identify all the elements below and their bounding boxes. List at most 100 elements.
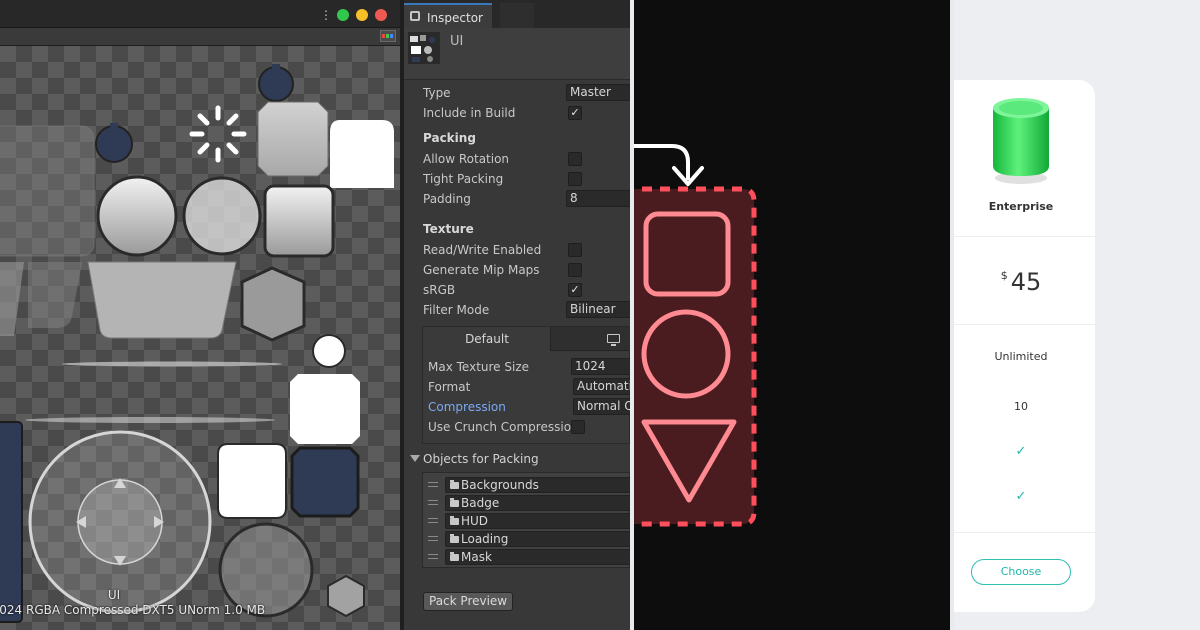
- object-field[interactable]: Mask: [445, 549, 630, 565]
- objects-for-packing-label: Objects for Packing: [423, 452, 539, 466]
- button-sprite: [217, 443, 287, 519]
- type-dropdown[interactable]: Master: [566, 84, 630, 101]
- menu-dots-icon[interactable]: ⋮: [320, 8, 332, 22]
- folder-icon: [450, 498, 459, 507]
- choose-button[interactable]: Choose: [971, 559, 1071, 585]
- folder-icon: [450, 552, 459, 561]
- folder-icon: [450, 480, 459, 489]
- crunch-compression-checkbox[interactable]: [571, 420, 585, 434]
- folder-icon: [450, 516, 459, 525]
- maximize-icon[interactable]: [337, 9, 349, 21]
- read-write-row: Read/Write Enabled: [423, 241, 630, 259]
- color-channel-icon[interactable]: [380, 30, 396, 42]
- object-field[interactable]: Backgrounds: [445, 477, 630, 493]
- button-sprite: [257, 101, 329, 177]
- pack-preview-button[interactable]: Pack Preview: [423, 592, 514, 611]
- preview-toolbar: [0, 28, 404, 46]
- texture-section-title: Texture: [423, 222, 474, 236]
- dashed-container: [634, 186, 757, 527]
- feature-value: Unlimited: [994, 350, 1048, 363]
- mip-maps-row: Generate Mip Maps: [423, 261, 630, 279]
- drag-handle-icon[interactable]: [428, 482, 438, 487]
- tab-inspector[interactable]: Inspector: [404, 3, 492, 28]
- divider-sprite: [25, 417, 275, 423]
- max-texture-size-label: Max Texture Size: [428, 360, 529, 374]
- feature-value: 10: [1014, 400, 1028, 413]
- close-icon[interactable]: [375, 9, 387, 21]
- inspector-panel: Inspector UI Type Master Include in Buil…: [404, 0, 630, 630]
- sprite-atlas-icon: [408, 32, 440, 64]
- srgb-row: sRGB ✓: [423, 281, 630, 299]
- format-dropdown[interactable]: Automatic: [573, 378, 630, 395]
- object-name: Mask: [461, 550, 492, 564]
- inspector-tab-bar: Inspector: [404, 0, 630, 28]
- cylinder-icon: [993, 98, 1049, 184]
- list-item[interactable]: Badge: [423, 494, 630, 512]
- panel-sprite: [0, 125, 95, 257]
- shapes-diagram: [634, 0, 950, 630]
- folder-icon: [450, 534, 459, 543]
- drag-handle-icon[interactable]: [428, 518, 438, 523]
- mip-maps-checkbox[interactable]: [568, 263, 582, 277]
- hexagon-sprite: [240, 266, 306, 342]
- divider-sprite: [62, 361, 282, 367]
- object-name: Loading: [461, 532, 509, 546]
- list-item[interactable]: Backgrounds: [423, 476, 630, 494]
- filter-mode-label: Filter Mode: [423, 303, 490, 317]
- tab-secondary[interactable]: [500, 3, 534, 28]
- sprite-atlas-preview: ⋮ UI 024 RGBA Compressed DXT5 UNorm 1.0 …: [0, 0, 404, 630]
- plan-name: Enterprise: [988, 200, 1054, 213]
- allow-rotation-row: Allow Rotation: [423, 150, 630, 168]
- object-field[interactable]: Loading: [445, 531, 630, 547]
- allow-rotation-checkbox[interactable]: [568, 152, 582, 166]
- padding-row: Padding 8: [423, 190, 630, 208]
- list-item[interactable]: Loading: [423, 530, 630, 548]
- padding-dropdown[interactable]: 8: [566, 190, 630, 207]
- type-row: Type Master: [423, 84, 630, 102]
- tight-packing-checkbox[interactable]: [568, 172, 582, 186]
- drag-handle-icon[interactable]: [428, 500, 438, 505]
- srgb-label: sRGB: [423, 283, 456, 297]
- pricing-panel: Enterprise $45 Unlimited 10 ✓ ✓ Choose: [954, 0, 1200, 630]
- object-field[interactable]: Badge: [445, 495, 630, 511]
- button-sprite: [330, 120, 394, 188]
- include-in-build-checkbox[interactable]: ✓: [568, 106, 582, 120]
- list-item[interactable]: HUD: [423, 512, 630, 530]
- divider: [954, 324, 1095, 325]
- format-label: Format: [428, 380, 471, 394]
- foldout-arrow-icon: [410, 455, 420, 462]
- object-field[interactable]: HUD: [445, 513, 630, 529]
- asset-header: UI: [404, 28, 630, 80]
- button-sprite: [290, 446, 360, 518]
- packing-section-title: Packing: [423, 131, 476, 145]
- include-in-build-label: Include in Build: [423, 106, 516, 120]
- square-button-sprite: [263, 184, 335, 258]
- max-texture-size-dropdown[interactable]: 1024: [571, 358, 630, 375]
- allow-rotation-label: Allow Rotation: [423, 152, 510, 166]
- panel-sprite: [87, 261, 237, 339]
- filter-mode-dropdown[interactable]: Bilinear: [566, 301, 630, 318]
- read-write-checkbox[interactable]: [568, 243, 582, 257]
- divider: [954, 236, 1095, 237]
- tight-packing-label: Tight Packing: [423, 172, 504, 186]
- texture-info-label: 1024x1024 RGBA Compressed DXT5 UNorm 1.0…: [0, 603, 266, 617]
- drag-handle-icon[interactable]: [428, 536, 438, 541]
- compression-dropdown[interactable]: Normal Quality: [573, 398, 630, 415]
- loading-spinner-icon: [189, 105, 247, 163]
- monitor-icon[interactable]: [607, 334, 620, 346]
- asset-name: UI: [450, 34, 464, 49]
- list-item[interactable]: Mask: [423, 548, 630, 566]
- tab-default[interactable]: Default: [423, 327, 551, 351]
- compression-label: Compression: [428, 400, 506, 414]
- read-write-label: Read/Write Enabled: [423, 243, 542, 257]
- filter-mode-row: Filter Mode Bilinear: [423, 301, 630, 319]
- packed-sprites: [0, 64, 394, 623]
- drag-handle-icon[interactable]: [428, 554, 438, 559]
- srgb-checkbox[interactable]: ✓: [568, 283, 582, 297]
- divider: [954, 532, 1095, 533]
- minimize-icon[interactable]: [356, 9, 368, 21]
- pricing-card: [954, 80, 1095, 612]
- shapes-diagram-graphic: [634, 144, 757, 527]
- dot-sprite: [312, 334, 346, 368]
- preview-title-bar: ⋮: [0, 0, 404, 28]
